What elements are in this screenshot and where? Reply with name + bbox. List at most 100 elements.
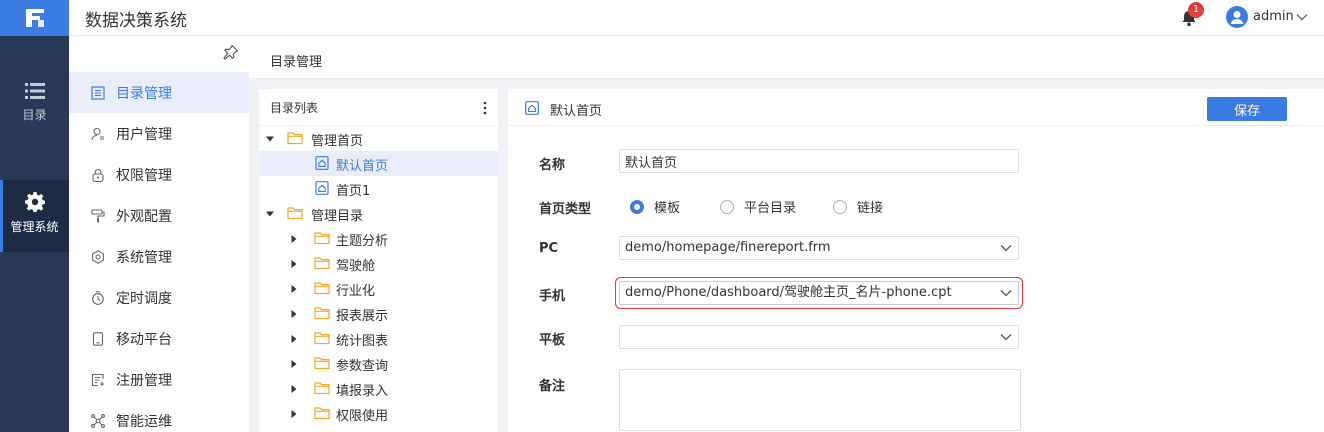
note-label: 备注 [539, 379, 566, 394]
sidebar-item-label: 移动平台 [116, 331, 172, 348]
pc-select[interactable]: demo/homepage/finereport.frm [619, 236, 1019, 260]
caret-down-icon[interactable] [265, 209, 275, 219]
folder-icon [314, 407, 330, 420]
homepage-icon [315, 181, 329, 195]
homepage-form-panel: 默认首页 保存 名称 首页类型 模板 平台目录 链接 PC demo/homep… [508, 89, 1324, 432]
chevron-down-icon [1000, 290, 1012, 297]
breadcrumb-current: 目录管理 [270, 55, 323, 70]
tree-node[interactable]: 驾驶舱 [259, 251, 498, 276]
note-textarea[interactable] [619, 369, 1021, 431]
caret-right-icon[interactable] [289, 334, 299, 344]
logo-icon [26, 9, 44, 27]
sidebar-item-label: 权限管理 [116, 167, 172, 184]
homepage-icon [315, 156, 329, 170]
caret-right-icon[interactable] [289, 234, 299, 244]
sidebar-item-mobile[interactable]: 移动平台 [69, 318, 249, 359]
rail-item-label: 管理系统 [10, 220, 59, 234]
caret-right-icon[interactable] [289, 284, 299, 294]
list-icon [24, 83, 45, 99]
rail-item-catalog[interactable]: 目录 [0, 78, 69, 134]
caret-right-icon[interactable] [289, 259, 299, 269]
caret-right-icon[interactable] [289, 309, 299, 319]
tree-node[interactable]: 管理首页 [259, 126, 498, 151]
tree-node[interactable]: 管理目录 [259, 201, 498, 226]
sidebar-item-register[interactable]: 注册管理 [69, 359, 249, 400]
sidebar-item-label: 智能运维 [116, 413, 172, 430]
chevron-down-icon [1000, 245, 1012, 252]
tree-node[interactable]: 参数查询 [259, 351, 498, 376]
user-avatar-icon [1230, 11, 1244, 24]
radio-platform-catalog[interactable]: 平台目录 [720, 197, 796, 216]
pin-icon[interactable] [223, 44, 239, 60]
sidebar: 目录管理 用户管理 权限管理 外观配置 系统管理 定时调度 移动平台 注册管理 [69, 36, 249, 432]
tree-node[interactable]: 首页1 [259, 176, 498, 201]
user-name[interactable]: admin [1253, 9, 1294, 24]
lock-icon [92, 168, 104, 182]
radio-label: 平台目录 [744, 201, 797, 216]
sidebar-item-label: 用户管理 [116, 126, 172, 143]
radio-label: 链接 [857, 201, 884, 216]
tree-header: 目录列表 [259, 89, 498, 126]
radio-template[interactable]: 模板 [630, 197, 680, 216]
breadcrumb: 目录管理 [249, 36, 1324, 79]
caret-down-icon[interactable] [265, 134, 275, 144]
tree-node-label: 主题分析 [336, 234, 389, 249]
sidebar-item-system[interactable]: 系统管理 [69, 236, 249, 277]
folder-icon [314, 332, 330, 345]
tree-node[interactable]: 报表展示 [259, 301, 498, 326]
folder-icon [314, 232, 330, 245]
tree-node[interactable]: 行业化 [259, 276, 498, 301]
homepage-icon [525, 101, 539, 115]
sidebar-item-ops[interactable]: 智能运维 [69, 400, 249, 432]
app-logo[interactable] [0, 0, 69, 36]
tree-node[interactable]: 权限使用 [259, 401, 498, 426]
caret-right-icon[interactable] [289, 359, 299, 369]
save-button[interactable]: 保存 [1207, 97, 1287, 121]
timer-icon [92, 290, 104, 305]
tree-node-label: 管理目录 [311, 209, 364, 224]
pc-select-value: demo/homepage/finereport.frm [625, 240, 831, 255]
form-title: 默认首页 [550, 104, 603, 119]
user-icon [91, 127, 104, 140]
tree-node[interactable]: 统计图表 [259, 326, 498, 351]
register-icon [91, 373, 104, 386]
phone-label: 手机 [539, 289, 566, 304]
sidebar-item-permissions[interactable]: 权限管理 [69, 154, 249, 195]
tree-node[interactable]: 填报录入 [259, 376, 498, 401]
radio-dot [833, 199, 847, 214]
pc-label: PC [539, 241, 559, 256]
tree-node-label: 报表展示 [336, 309, 389, 324]
avatar[interactable] [1226, 6, 1248, 28]
sidebar-item-users[interactable]: 用户管理 [69, 113, 249, 154]
folder-icon [314, 382, 330, 395]
radio-link[interactable]: 链接 [833, 197, 883, 216]
tree-node-label: 管理首页 [311, 134, 364, 149]
more-vertical-icon[interactable] [482, 100, 488, 116]
settings-icon [92, 249, 104, 264]
type-label: 首页类型 [539, 202, 592, 217]
notification-badge: 1 [1188, 2, 1204, 18]
tree-node-label: 权限使用 [336, 409, 389, 424]
chevron-down-icon[interactable] [1295, 10, 1309, 24]
sidebar-item-appearance[interactable]: 外观配置 [69, 195, 249, 236]
tablet-select[interactable] [619, 325, 1019, 349]
folder-icon [314, 357, 330, 370]
rail-item-management[interactable]: 管理系统 [0, 180, 69, 252]
caret-right-icon[interactable] [289, 409, 299, 419]
folder-icon [314, 282, 330, 295]
radio-label: 模板 [654, 201, 681, 216]
gear-icon [24, 192, 45, 212]
phone-select[interactable]: demo/Phone/dashboard/驾驶舱主页_名片-phone.cpt [619, 281, 1019, 305]
rail-item-label: 目录 [22, 108, 47, 122]
sidebar-item-label: 注册管理 [116, 372, 172, 389]
tree-node-label: 参数查询 [336, 359, 389, 374]
folder-icon [314, 307, 330, 320]
name-input[interactable] [619, 149, 1019, 173]
tree-node-label: 驾驶舱 [336, 259, 376, 274]
tree-node[interactable]: 主题分析 [259, 226, 498, 251]
tree-node[interactable]: 默认首页 [259, 151, 498, 176]
sidebar-item-catalog[interactable]: 目录管理 [69, 72, 249, 113]
tree-title: 目录列表 [270, 100, 319, 115]
caret-right-icon[interactable] [289, 384, 299, 394]
sidebar-item-schedule[interactable]: 定时调度 [69, 277, 249, 318]
